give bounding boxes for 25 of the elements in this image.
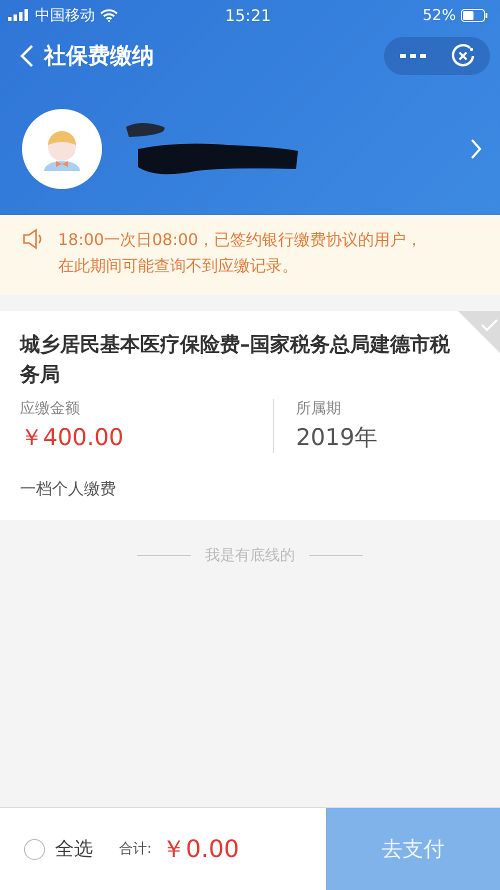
close-icon[interactable] xyxy=(450,43,476,69)
more-icon[interactable] xyxy=(400,53,426,59)
battery-percent: 52% xyxy=(422,6,456,24)
bill-note: 一档个人缴费 xyxy=(20,479,117,500)
select-all-label: 全选 xyxy=(55,837,93,862)
battery-icon xyxy=(460,8,488,22)
select-all-checkbox[interactable]: 全选 xyxy=(24,836,93,862)
signal-icon xyxy=(8,9,30,21)
amount-value: ￥400.00 xyxy=(20,424,124,453)
amount-label: 应缴金额 xyxy=(20,399,81,418)
notice-text: 18:00一次日08:00，已签约银行缴费协议的用户，在此期间可能查询不到应缴记录。 xyxy=(58,229,424,277)
chevron-right-icon[interactable] xyxy=(470,138,482,160)
carrier-name: 中国移动 xyxy=(35,6,95,24)
avatar-icon xyxy=(22,108,102,188)
period-label: 所属期 xyxy=(296,399,342,418)
back-icon[interactable] xyxy=(20,44,34,68)
page-title: 社保费缴纳 xyxy=(44,43,155,71)
total-amount: ￥0.00 xyxy=(162,834,240,865)
period-value: 2019年 xyxy=(296,424,379,453)
status-time: 15:21 xyxy=(224,6,272,24)
bill-title: 城乡居民基本医疗保险费–国家税务总局建德市税务局 xyxy=(20,331,450,388)
end-of-list-text: 我是有底线的 xyxy=(205,546,295,565)
bill-card[interactable]: 城乡居民基本医疗保险费–国家税务总局建德市税务局 应缴金额 ￥400.00 所属期 2019年 一档个人缴费 xyxy=(0,311,500,520)
wifi-icon xyxy=(100,8,118,22)
total-label: 合计: xyxy=(119,840,152,858)
